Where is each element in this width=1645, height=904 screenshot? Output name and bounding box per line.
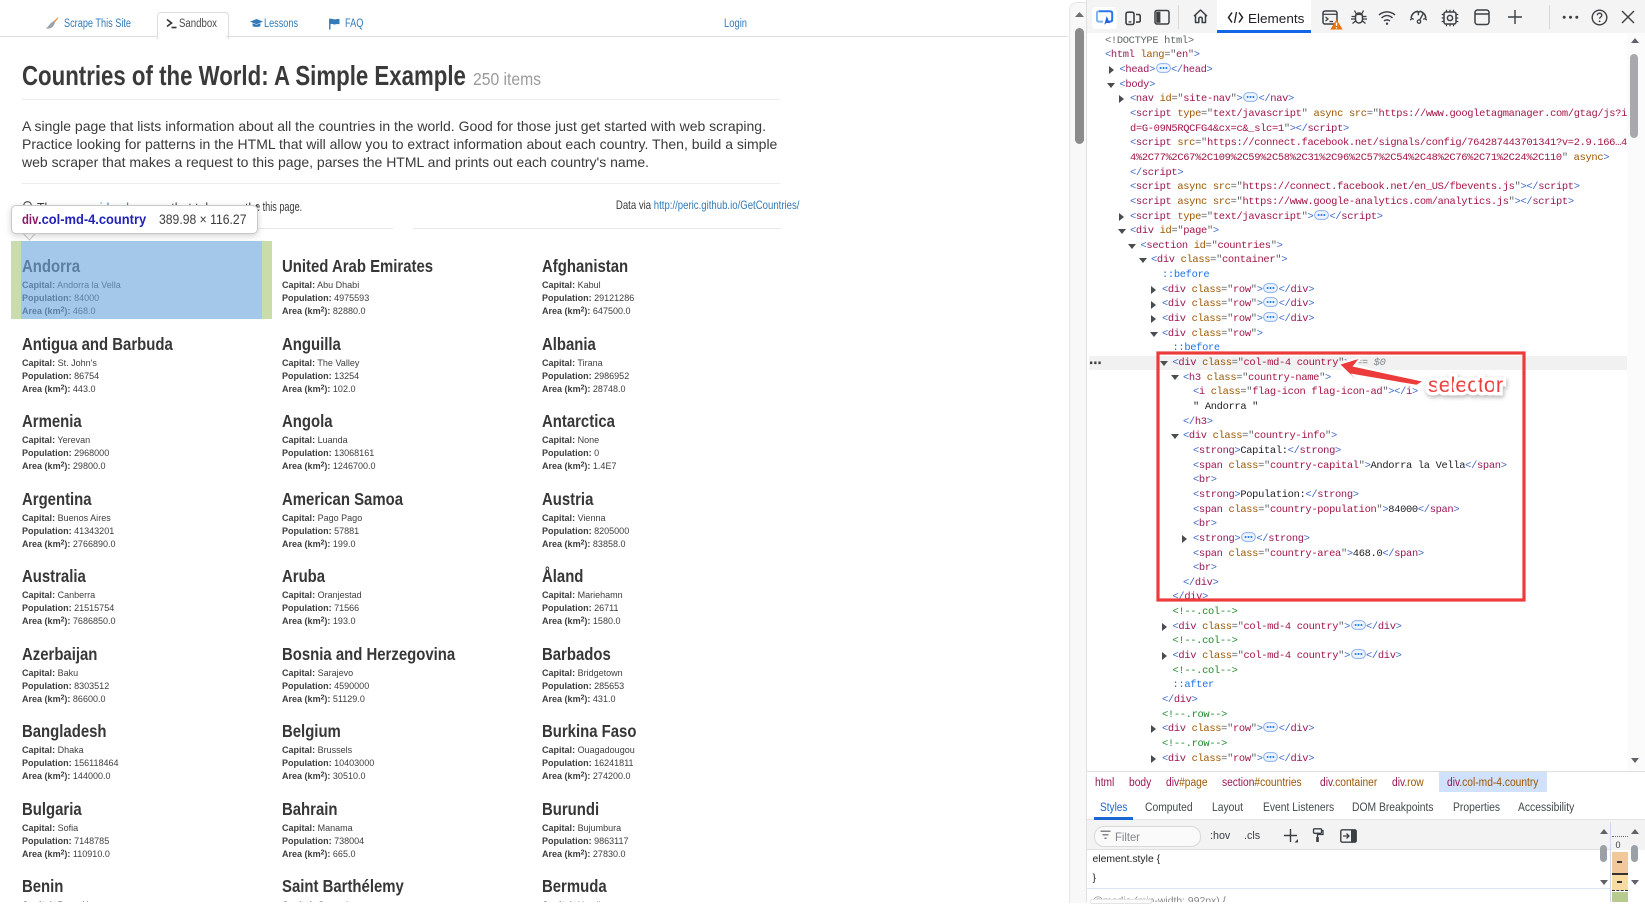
svg-text:selector: selector bbox=[1428, 373, 1503, 397]
